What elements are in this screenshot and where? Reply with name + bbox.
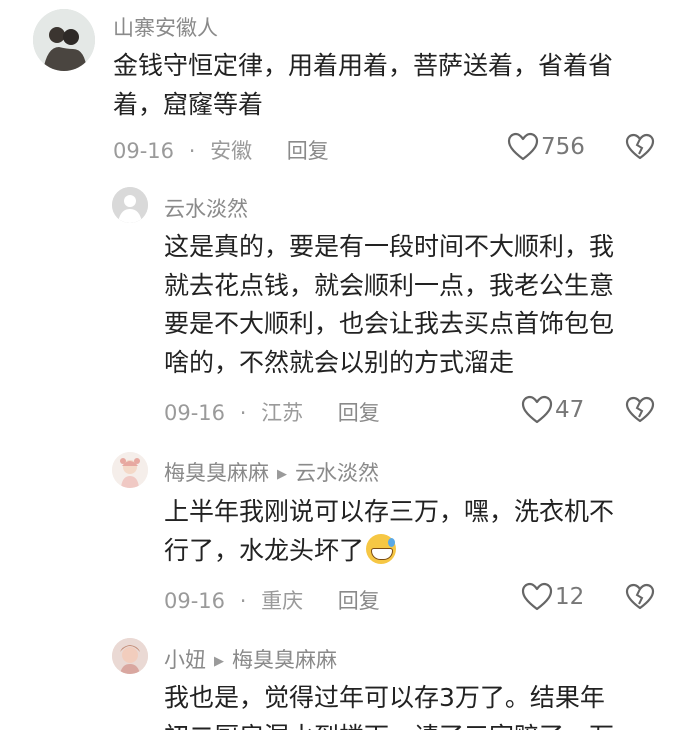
comment-line: 就去花点钱，就会顺利一点，我老公生意: [164, 270, 615, 300]
broken-heart-icon: [625, 133, 655, 165]
avatar[interactable]: [112, 638, 148, 674]
meta-separator: ·: [239, 589, 247, 613]
comment-date: 09-16: [164, 401, 226, 425]
comment-line: 初二厨房漏水到楼下，请了三家赔了一万: [164, 718, 614, 730]
username-text[interactable]: 山寨安徽人: [113, 16, 218, 40]
reply-button[interactable]: 回复: [287, 139, 329, 163]
comment-item: 山寨安徽人 金钱守恒定律，用着用着，菩萨送着，省着省 着，窟窿等着 09-16 …: [0, 0, 690, 175]
meta-separator: ·: [239, 401, 247, 425]
like-count: 47: [555, 397, 585, 423]
comment-username[interactable]: 山寨安徽人: [113, 12, 218, 42]
like-button[interactable]: 47: [521, 395, 584, 425]
heart-outline-icon: [521, 395, 553, 425]
reply-to-username[interactable]: 梅臭臭麻麻: [232, 648, 337, 672]
avatar[interactable]: [33, 9, 95, 71]
comment-content: 上半年我刚说可以存三万，嘿，洗衣机不 行了，水龙头坏了: [164, 493, 614, 570]
comment-content: 这是真的，要是有一段时间不大顺利，我 就去花点钱，就会顺利一点，我老公生意 要是…: [164, 228, 614, 382]
comment-item: 梅臭臭麻麻 ▶ 云水淡然 上半年我刚说可以存三万，嘿，洗衣机不 行了，水龙头坏了 0…: [0, 435, 690, 625]
comment-line: 着，窟窿等着: [113, 89, 264, 119]
comment-line: 金钱守恒定律，用着用着，菩萨送着，省着省: [113, 51, 614, 80]
username-text[interactable]: 小妞: [164, 648, 206, 672]
comment-username[interactable]: 小妞 ▶ 梅臭臭麻麻: [164, 644, 337, 674]
like-button[interactable]: 12: [521, 582, 584, 612]
comment-location: 安徽: [210, 139, 253, 163]
triangle-right-icon: ▶: [277, 467, 287, 482]
dislike-button[interactable]: [625, 396, 655, 428]
comment-line: 我也是，觉得过年可以存3万了。结果年: [164, 683, 605, 712]
grinning-sweat-emoji: [366, 533, 397, 564]
avatar[interactable]: [112, 452, 148, 488]
broken-heart-icon: [625, 396, 655, 428]
comment-username[interactable]: 梅臭臭麻麻 ▶ 云水淡然: [164, 457, 379, 487]
comment-date: 09-16: [113, 139, 175, 163]
reply-to-username[interactable]: 云水淡然: [295, 461, 379, 485]
like-button[interactable]: 756: [507, 132, 585, 162]
triangle-right-icon: ▶: [214, 654, 224, 669]
comment-line: 这是真的，要是有一段时间不大顺利，我: [164, 232, 615, 261]
comment-line: 啥的，不然就会以别的方式溜走: [164, 347, 515, 377]
reply-button[interactable]: 回复: [338, 589, 380, 613]
heart-outline-icon: [521, 582, 553, 612]
dislike-button[interactable]: [625, 583, 655, 615]
comment-meta: 09-16 · 安徽 回复: [113, 135, 329, 165]
like-count: 756: [541, 134, 585, 160]
comment-date: 09-16: [164, 589, 226, 613]
comment-meta: 09-16 · 江苏 回复: [164, 397, 380, 427]
comment-line: 要是不大顺利，也会让我去买点首饰包包: [164, 309, 615, 338]
username-text[interactable]: 云水淡然: [164, 197, 248, 221]
reply-button[interactable]: 回复: [338, 401, 380, 425]
comment-location: 重庆: [261, 589, 304, 613]
comment-content: 金钱守恒定律，用着用着，菩萨送着，省着省 着，窟窿等着: [113, 47, 613, 124]
comment-location: 江苏: [261, 401, 304, 425]
like-count: 12: [555, 584, 585, 610]
broken-heart-icon: [625, 583, 655, 615]
meta-separator: ·: [188, 139, 196, 163]
comment-item: 云水淡然 这是真的，要是有一段时间不大顺利，我 就去花点钱，就会顺利一点，我老公…: [0, 175, 690, 435]
heart-outline-icon: [507, 132, 539, 162]
avatar[interactable]: [112, 187, 148, 223]
username-text[interactable]: 梅臭臭麻麻: [164, 461, 269, 485]
comment-username[interactable]: 云水淡然: [164, 193, 248, 223]
comment-line: 行了，水龙头坏了: [164, 532, 614, 571]
comment-line: 上半年我刚说可以存三万，嘿，洗衣机不: [164, 497, 615, 526]
comment-meta: 09-16 · 重庆 回复: [164, 585, 380, 615]
dislike-button[interactable]: [625, 133, 655, 165]
comment-content: 我也是，觉得过年可以存3万了。结果年 初二厨房漏水到楼下，请了三家赔了一万: [164, 679, 614, 730]
comment-item: 小妞 ▶ 梅臭臭麻麻 我也是，觉得过年可以存3万了。结果年 初二厨房漏水到楼下，请了…: [0, 625, 690, 730]
comment-line-text: 行了，水龙头坏了: [164, 535, 365, 565]
